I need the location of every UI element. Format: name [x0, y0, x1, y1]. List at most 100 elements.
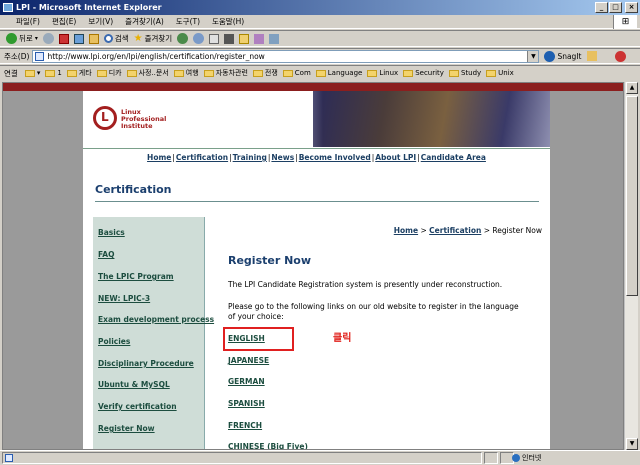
search-button[interactable]: 검색 [103, 33, 129, 44]
nav-become-involved[interactable]: Become Involved [299, 153, 371, 162]
breadcrumb-home[interactable]: Home [394, 226, 418, 235]
nav-certification[interactable]: Certification [176, 153, 228, 162]
sidebar-item-lpic3[interactable]: NEW: LPIC-3 [98, 294, 150, 303]
nav-candidate-area[interactable]: Candidate Area [421, 153, 486, 162]
page-heading: Register Now [228, 254, 312, 267]
window-title: LPI - Microsoft Internet Explorer [16, 3, 162, 12]
link-label: 사정..문서 [138, 69, 169, 77]
menu-favorites[interactable]: 즐겨찾기(A) [119, 15, 170, 29]
edit-icon[interactable] [239, 33, 250, 44]
folder-icon [252, 69, 263, 77]
status-main [2, 452, 482, 464]
menu-file[interactable]: 파일(F) [10, 15, 46, 29]
menu-help[interactable]: 도움말(H) [206, 15, 250, 29]
refresh-icon[interactable] [73, 33, 84, 44]
maximize-button[interactable]: □ [609, 2, 622, 13]
history-icon[interactable] [193, 33, 205, 44]
browser-viewport: Linux Professional Institute Home|Certif… [2, 82, 624, 450]
section-title: Certification [95, 183, 172, 196]
links-folder[interactable]: 게타 [66, 68, 92, 78]
lpi-logo-icon[interactable] [93, 106, 117, 130]
link-label: Security [415, 69, 444, 77]
done-icon [5, 454, 13, 462]
breadcrumb-separator: > [420, 226, 427, 235]
lang-japanese-link[interactable]: JAPANESE [228, 356, 269, 365]
snagit-options-icon[interactable] [587, 51, 598, 61]
site-header: Linux Professional Institute [83, 91, 550, 147]
links-folder[interactable]: 여행 [173, 68, 199, 78]
sidebar-item-policies[interactable]: Policies [98, 337, 130, 346]
close-button[interactable]: × [625, 2, 638, 13]
page-icon [35, 51, 45, 61]
menu-bar: 파일(F) 편집(E) 보기(V) 즐겨찾기(A) 도구(T) 도움말(H) ⊞ [0, 15, 640, 29]
links-folder[interactable]: 1 [45, 69, 62, 77]
links-folder[interactable]: 전쟁 [252, 68, 278, 78]
section-divider [95, 201, 539, 202]
lang-chinese-link[interactable]: CHINESE (Big Five) [228, 442, 308, 449]
sidebar-item-faq[interactable]: FAQ [98, 250, 114, 259]
media-icon[interactable] [177, 33, 189, 44]
link-label: 게타 [78, 69, 92, 77]
lang-spanish-link[interactable]: SPANISH [228, 399, 265, 408]
links-folder[interactable]: Language [315, 69, 363, 77]
scroll-up-icon[interactable]: ▲ [626, 82, 638, 94]
sidebar-item-ubuntu-mysql[interactable]: Ubuntu & MySQL [98, 380, 170, 389]
sidebar-item-verify[interactable]: Verify certification [98, 402, 177, 411]
security-zone: 인터넷 [512, 453, 541, 463]
menu-tools[interactable]: 도구(T) [170, 15, 206, 29]
minimize-button[interactable]: _ [595, 2, 608, 13]
nav-separator: | [417, 153, 420, 162]
links-bar: 연결 ▾ 1 게타 디카 사정..문서 여행 자동차관련 전쟁 Com Lang… [0, 65, 640, 80]
links-folder[interactable]: Unix [486, 69, 514, 77]
folder-icon [315, 69, 326, 77]
breadcrumb-certification[interactable]: Certification [429, 226, 481, 235]
sidebar-item-lpic-program[interactable]: The LPIC Program [98, 272, 174, 281]
nav-separator: | [229, 153, 232, 162]
sidebar-item-disciplinary[interactable]: Disciplinary Procedure [98, 359, 194, 368]
menu-view[interactable]: 보기(V) [82, 15, 119, 29]
research-icon[interactable] [269, 33, 280, 44]
links-folder[interactable]: Study [448, 69, 481, 77]
snagit-button[interactable]: SnagIt [544, 50, 581, 62]
windows-logo-icon: ⊞ [613, 15, 637, 29]
links-folder[interactable]: 사정..문서 [126, 68, 169, 78]
nav-news[interactable]: News [271, 153, 294, 162]
link-label: 1 [57, 69, 62, 77]
messenger-icon[interactable] [254, 33, 265, 44]
links-folder[interactable]: Com [282, 69, 311, 77]
scroll-thumb[interactable] [626, 96, 638, 296]
links-folder[interactable]: Linux [367, 69, 398, 77]
forward-button[interactable] [42, 33, 54, 44]
nav-about-lpi[interactable]: About LPI [375, 153, 416, 162]
stop-icon[interactable] [58, 33, 69, 44]
nav-training[interactable]: Training [233, 153, 267, 162]
nav-separator: | [371, 153, 375, 162]
vertical-scrollbar[interactable]: ▲ ▼ [624, 82, 638, 450]
links-folder[interactable]: ▾ [24, 69, 40, 77]
zone-label: 인터넷 [522, 454, 542, 462]
folder-icon [45, 69, 56, 77]
url-dropdown-icon[interactable]: ▼ [527, 50, 539, 62]
sidebar-item-exam-development[interactable]: Exam development process [98, 315, 214, 324]
menu-edit[interactable]: 편집(E) [46, 15, 82, 29]
links-folder[interactable]: 자동차관련 [203, 68, 248, 78]
sidebar-item-register[interactable]: Register Now [98, 424, 155, 433]
extension-icon[interactable] [615, 50, 627, 62]
mail-icon[interactable] [209, 33, 220, 44]
nav-home[interactable]: Home [147, 153, 171, 162]
back-button[interactable]: 뒤로 ▾ [6, 33, 38, 44]
home-icon[interactable] [88, 33, 99, 44]
sidebar-item-basics[interactable]: Basics [98, 228, 125, 237]
lang-german-link[interactable]: GERMAN [228, 377, 265, 386]
folder-icon [282, 69, 293, 77]
scroll-down-icon[interactable]: ▼ [626, 438, 638, 450]
links-folder[interactable]: Security [403, 69, 444, 77]
favorites-button[interactable]: ★ 즐겨찾기 [134, 33, 173, 44]
web-page: Linux Professional Institute Home|Certif… [83, 91, 550, 449]
print-icon[interactable] [224, 33, 235, 44]
lang-french-link[interactable]: FRENCH [228, 421, 262, 430]
link-label: Language [327, 69, 363, 77]
breadcrumb-current: > Register Now [483, 226, 542, 235]
links-folder[interactable]: 디카 [96, 68, 122, 78]
url-input[interactable]: http://www.lpi.org/en/lpi/english/certif… [32, 49, 540, 63]
